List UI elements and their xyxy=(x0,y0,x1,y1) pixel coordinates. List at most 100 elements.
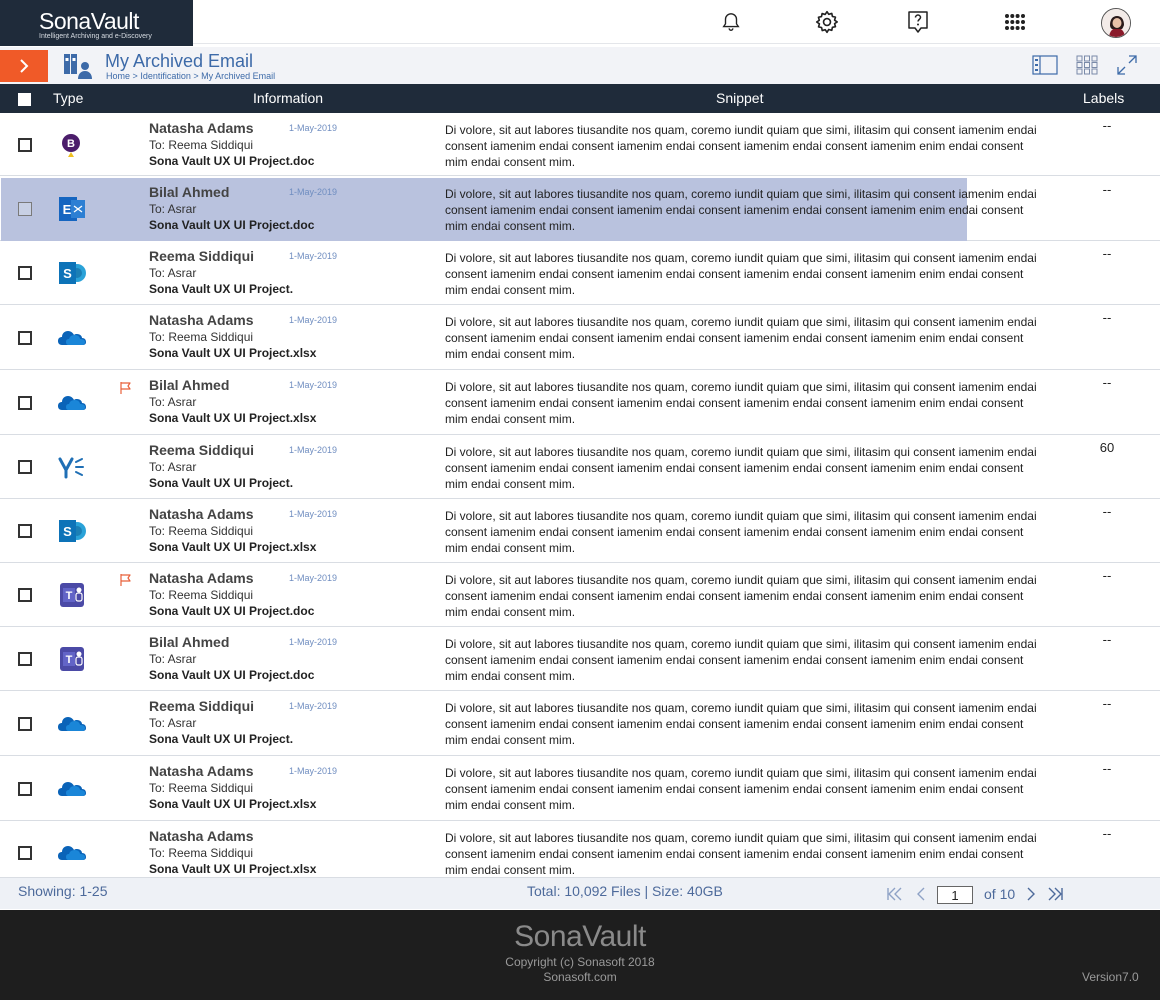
labels-value: -- xyxy=(1102,568,1112,583)
row-checkbox[interactable] xyxy=(18,396,32,410)
email-date: 1-May-2019 xyxy=(289,187,338,197)
grid-view-icon[interactable] xyxy=(1074,54,1100,76)
flag-icon[interactable] xyxy=(119,573,133,587)
table-row[interactable]: Reema Siddiqui 1-May-2019 To: Asrar Sona Va… xyxy=(0,435,1160,499)
recipient: To: Reema Siddiqui xyxy=(149,781,254,795)
select-all-checkbox[interactable] xyxy=(18,93,31,106)
fullscreen-icon[interactable] xyxy=(1114,54,1140,76)
last-page-icon[interactable] xyxy=(1046,884,1066,904)
snippet-text: Di volore, sit aut labores tiusandite no… xyxy=(445,187,1037,233)
page-number-input[interactable] xyxy=(937,886,973,904)
footer-version: Version7.0 xyxy=(1082,970,1139,984)
recipient: To: Asrar xyxy=(149,460,197,474)
column-header-information[interactable]: Information xyxy=(253,90,323,106)
recipient: To: Asrar xyxy=(149,395,197,409)
email-date: 1-May-2019 xyxy=(289,123,338,133)
table-row[interactable]: B Natasha Adams 1-May-2019 To: Reema Siddiq… xyxy=(0,113,1160,176)
sender-name: Natasha Adams xyxy=(149,763,254,779)
email-list: B Natasha Adams 1-May-2019 To: Reema Siddiq… xyxy=(0,113,1160,877)
sender-name: Bilal Ahmed xyxy=(149,634,230,650)
table-row[interactable]: T Natasha Adams 1-May-2019 To: Reema Siddiq… xyxy=(0,563,1160,627)
list-preview-view-icon[interactable] xyxy=(1032,54,1058,76)
table-row[interactable]: E Bilal Ahmed 1-May-2019 To: Asrar Sona Vaul… xyxy=(0,177,1160,241)
email-date: 1-May-2019 xyxy=(289,315,338,325)
column-header-snippet[interactable]: Snippet xyxy=(716,90,763,106)
column-header-type[interactable]: Type xyxy=(53,90,83,106)
footer-site-link[interactable]: Sonasoft.com xyxy=(0,970,1160,984)
breadcrumb-separator: > xyxy=(132,71,138,81)
labels-value: 60 xyxy=(1099,440,1115,455)
sender-name: Reema Siddiqui xyxy=(149,442,255,458)
user-avatar[interactable] xyxy=(1101,8,1131,38)
first-page-icon[interactable] xyxy=(884,884,904,904)
row-checkbox[interactable] xyxy=(18,331,32,345)
table-row[interactable]: S Natasha Adams 1-May-2019 To: Reema Siddiq… xyxy=(0,499,1160,563)
row-checkbox[interactable] xyxy=(18,588,32,602)
svg-text:T: T xyxy=(66,654,73,666)
svg-text:T: T xyxy=(66,590,73,602)
logo-tagline: Intelligent Archiving and e-Discovery xyxy=(39,33,152,40)
attachment-name: Sona Vault UX UI Project.doc xyxy=(149,604,315,618)
row-checkbox[interactable] xyxy=(18,846,32,860)
breadcrumb: Home > Identification > My Archived Emai… xyxy=(106,71,275,81)
page-title: My Archived Email xyxy=(105,51,254,71)
row-checkbox[interactable] xyxy=(18,652,32,666)
table-row[interactable]: Natasha Adams 1-May-2019 To: Reema Siddiqu… xyxy=(0,305,1160,370)
next-page-icon[interactable] xyxy=(1021,884,1041,904)
labels-value: -- xyxy=(1102,696,1112,711)
app-footer: SonaVault Copyright (c) Sonasoft 2018 So… xyxy=(0,910,1160,1000)
email-date: 1-May-2019 xyxy=(289,637,338,647)
recipient: To: Reema Siddiqui xyxy=(149,524,254,538)
svg-text:E: E xyxy=(63,202,72,217)
bell-icon[interactable] xyxy=(718,9,744,35)
row-checkbox[interactable] xyxy=(18,524,32,538)
snippet-text: Di volore, sit aut labores tiusandite no… xyxy=(445,315,1037,361)
table-row[interactable]: Bilal Ahmed 1-May-2019 To: Asrar Sona Vault… xyxy=(0,370,1160,435)
row-checkbox[interactable] xyxy=(18,138,32,152)
svg-text:B: B xyxy=(67,138,75,150)
email-date: 1-May-2019 xyxy=(289,445,338,455)
labels-value: -- xyxy=(1102,632,1112,647)
breadcrumb-identification[interactable]: Identification xyxy=(140,71,191,81)
labels-value: -- xyxy=(1102,375,1112,390)
sidebar-expand-button[interactable] xyxy=(0,50,48,82)
table-row[interactable]: Natasha Adams To: Reema Siddiqui Sona Vaul… xyxy=(0,821,1160,877)
row-checkbox[interactable] xyxy=(18,202,32,216)
help-icon[interactable] xyxy=(905,9,931,35)
row-checkbox[interactable] xyxy=(18,266,32,280)
apps-grid-icon[interactable] xyxy=(1002,9,1028,35)
email-date: 1-May-2019 xyxy=(289,509,338,519)
table-row[interactable]: S Reema Siddiqui 1-May-2019 To: Asrar Sona V… xyxy=(0,241,1160,305)
snippet-text: Di volore, sit aut labores tiusandite no… xyxy=(445,831,1037,877)
attachment-name: Sona Vault UX UI Project.xlsx xyxy=(149,797,317,811)
table-row[interactable]: Reema Siddiqui 1-May-2019 To: Asrar Sona Va… xyxy=(0,691,1160,756)
archive-user-icon xyxy=(63,51,93,81)
attachment-name: Sona Vault UX UI Project.xlsx xyxy=(149,411,317,425)
sender-name: Natasha Adams xyxy=(149,828,254,844)
row-checkbox[interactable] xyxy=(18,717,32,731)
row-checkbox[interactable] xyxy=(18,460,32,474)
sharepoint-icon: S xyxy=(57,516,87,546)
teams-icon: T xyxy=(57,644,87,674)
column-header-labels[interactable]: Labels xyxy=(1083,90,1124,106)
row-checkbox[interactable] xyxy=(18,782,32,796)
teams-icon: T xyxy=(57,580,87,610)
table-row[interactable]: Natasha Adams 1-May-2019 To: Reema Siddiqu… xyxy=(0,756,1160,821)
table-row[interactable]: T Bilal Ahmed 1-May-2019 To: Asrar Sona Vaul… xyxy=(0,627,1160,691)
sender-name: Natasha Adams xyxy=(149,312,254,328)
previous-page-icon[interactable] xyxy=(911,884,931,904)
breadcrumb-current: My Archived Email xyxy=(201,71,276,81)
page-header: My Archived Email Home > Identification … xyxy=(0,47,1160,84)
breadcrumb-separator: > xyxy=(193,71,199,81)
recipient: To: Reema Siddiqui xyxy=(149,846,254,860)
pagination-bar: Showing: 1-25 Total: 10,092 Files | Size… xyxy=(0,877,1160,909)
top-bar: SonaVault Intelligent Archiving and e-Di… xyxy=(0,0,1160,46)
sender-name: Bilal Ahmed xyxy=(149,377,230,393)
flag-icon[interactable] xyxy=(119,381,133,395)
onedrive-icon xyxy=(57,838,87,868)
email-date: 1-May-2019 xyxy=(289,766,338,776)
breadcrumb-home[interactable]: Home xyxy=(106,71,130,81)
sender-name: Bilal Ahmed xyxy=(149,184,230,200)
gear-icon[interactable] xyxy=(814,9,840,35)
app-logo[interactable]: SonaVault Intelligent Archiving and e-Di… xyxy=(0,0,193,46)
